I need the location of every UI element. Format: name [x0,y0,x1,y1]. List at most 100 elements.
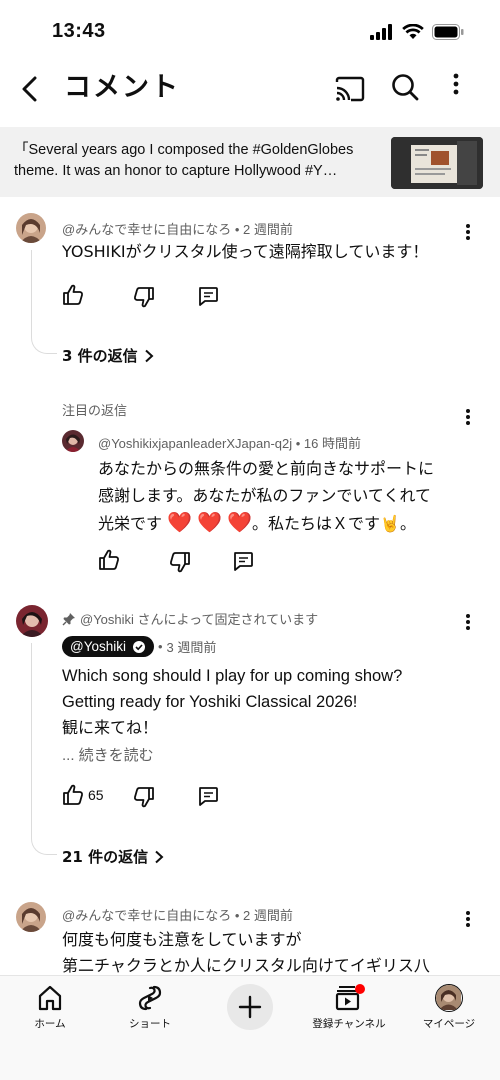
comment-icon [234,552,253,571]
thumb-up-icon [63,784,83,805]
video-title: 「Several years ago I composed the #Golde… [14,142,354,179]
pinned-indicator: @Yoshiki さんによって固定されています [62,609,318,628]
comment-icon [199,287,218,306]
comment-menu-button[interactable] [460,405,476,429]
plus-icon [238,995,262,1019]
thumb-down-icon [170,552,190,573]
reply-author[interactable]: @YoshikixjapanleaderXJapan-q2j [98,436,292,451]
thread-line [31,250,57,354]
heart-emoji: ❤️ [197,510,223,534]
avatar[interactable] [16,213,46,243]
comment-icon [199,787,218,806]
dislike-button[interactable] [131,784,157,810]
home-icon [38,985,62,1011]
horns-emoji: 🤘 [380,514,400,533]
thumb-up-icon [63,284,83,305]
reply-text-line: あなたからの無条件の愛と前向きなサポートに [98,459,435,478]
separator-dot: • [234,908,243,923]
more-vert-icon [466,911,470,927]
nav-subscriptions-label: 登録チャンネル [312,1018,386,1030]
comment-author[interactable]: @みんなで幸せに自由になろ [62,908,231,923]
search-button[interactable] [390,72,422,106]
pin-icon [62,612,75,625]
separator-dot: • [295,436,304,451]
cast-button[interactable] [334,74,366,106]
heart-emoji: ❤️ [227,510,253,534]
comment-text: YOSHIKIがクリスタル使って遠隔搾取しています！ [62,242,429,261]
create-button[interactable] [227,984,273,1030]
shorts-icon [138,985,162,1011]
nav-home[interactable]: ホーム [22,984,78,1031]
chevron-right-icon [155,850,164,863]
reply-text: あなたからの無条件の愛と前向きなサポートに 感謝します。あなたが私のファンでいて… [98,455,478,537]
thumb-up-icon [99,549,119,570]
more-vert-icon [453,73,459,95]
separator-dot: • [234,222,243,237]
like-button[interactable] [60,782,86,808]
back-button[interactable] [14,72,46,106]
thumb-down-icon [134,787,154,808]
comment-text-line: Getting ready for Yoshiki Classical 2026… [62,693,358,711]
search-icon [392,74,419,101]
reply-text-line: 光栄です ❤️ ❤️ ❤️。私たちはＸです🤘。 [98,510,416,534]
comment-text-line: 第二チャクラとか人にクリスタル向けてイギリス八 [62,956,430,975]
signal-icon [370,24,394,44]
reply-time: 16 時間前 [303,436,361,451]
verified-icon [132,640,145,653]
comment-text-line: 何度も何度も注意をしていますが [62,930,302,949]
reply-button[interactable] [195,783,221,809]
nav-subscriptions[interactable]: 登録チャンネル [305,984,393,1031]
comment-text-line: Which song should I play for up coming s… [62,667,403,685]
nav-you-label: マイページ [422,1018,476,1030]
comment-time: 2 週間前 [243,222,293,237]
page-title: コメント [64,72,180,103]
battery-icon [432,24,464,44]
pinned-label: @Yoshiki さんによって固定されています [80,612,319,627]
comment-text: 何度も何度も注意をしていますが 第二チャクラとか人にクリスタル向けてイギリス八 [62,927,492,975]
like-count: 65 [88,787,104,803]
like-button[interactable] [96,547,122,573]
comment-author: @Yoshiki [70,639,126,654]
thread-line [31,643,57,855]
status-time: 13:43 [52,20,106,42]
nav-you[interactable]: マイページ [414,984,484,1031]
video-thumbnail[interactable] [391,137,483,189]
avatar[interactable] [16,605,48,637]
avatar[interactable] [62,430,84,452]
comment-author[interactable]: @みんなで幸せに自由になろ [62,222,231,237]
avatar[interactable] [16,902,46,932]
reply-button[interactable] [230,548,256,574]
wifi-icon [402,23,424,44]
comment-text: Which song should I play for up coming s… [62,663,482,741]
comment-time: 3 週間前 [166,640,217,655]
replies-count-label: 21 件の返信 [62,848,149,866]
view-replies-button[interactable]: 21 件の返信 [62,846,164,867]
comment-text-line: 観に来てね！ [62,718,159,737]
thumb-down-icon [134,287,154,308]
nav-home-label: ホーム [34,1018,66,1030]
heart-emoji: ❤️ [167,510,193,534]
notification-dot [355,984,365,994]
cast-icon [335,76,365,102]
creator-badge[interactable]: @Yoshiki [62,636,154,657]
status-icons [370,23,464,44]
nav-shorts-label: ショート [129,1018,171,1030]
replies-count-label: 3 件の返信 [62,347,138,365]
subscriptions-icon [334,984,365,1012]
reply-button[interactable] [195,283,221,309]
like-button[interactable] [60,282,86,308]
chevron-right-icon [144,349,154,362]
view-replies-button[interactable]: 3 件の返信 [62,345,154,366]
more-vert-icon [466,409,470,425]
reply-text-line: 感謝します。あなたが私のファンでいてくれて [98,486,431,505]
comment-menu-button[interactable] [460,610,476,634]
dislike-button[interactable] [167,549,193,575]
highlighted-reply-label: 注目の返信 [62,403,128,418]
more-options-button[interactable] [452,72,472,106]
profile-avatar [435,984,463,1012]
read-more-button[interactable]: ... 続きを読む [62,744,154,765]
chevron-left-icon [22,76,37,102]
nav-shorts[interactable]: ショート [118,984,182,1031]
dislike-button[interactable] [131,284,157,310]
comment-time: 2 週間前 [243,908,293,923]
